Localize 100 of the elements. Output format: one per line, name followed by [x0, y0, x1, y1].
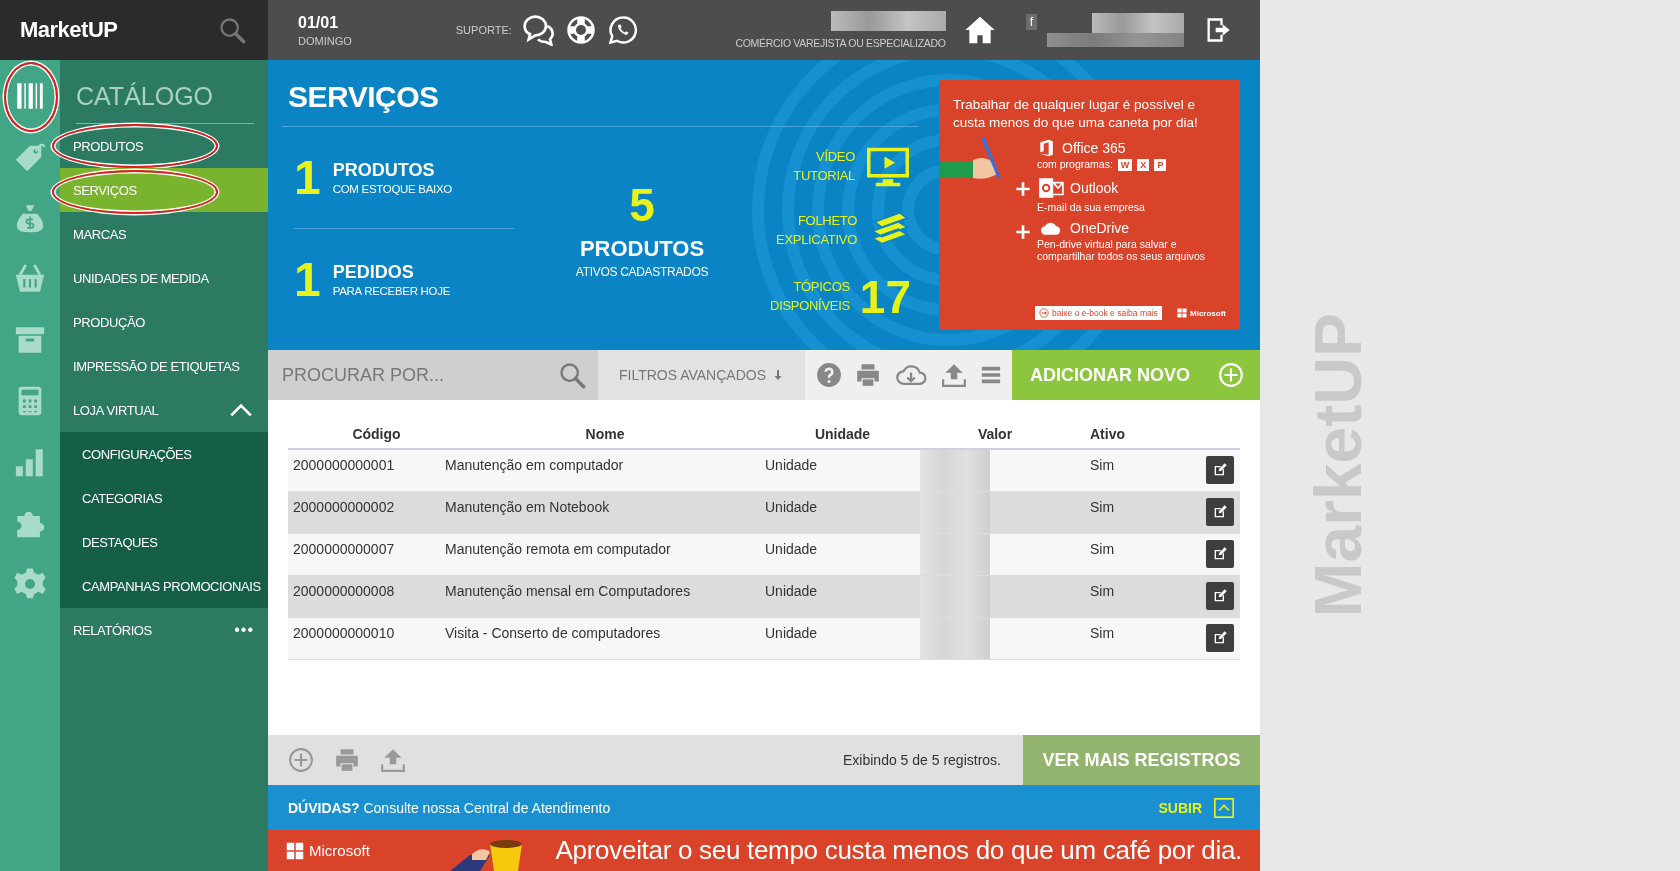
topics-count[interactable]: 17 — [859, 273, 911, 320]
stat-title: PEDIDOS — [332, 262, 415, 283]
column-header[interactable]: Código — [288, 422, 445, 448]
blurred-value — [920, 534, 990, 575]
ad-banner[interactable]: Microsoft Aproveitar o seu tempo custa menos do que um café por dia. — [268, 830, 1260, 871]
plus-icon — [1015, 223, 1031, 240]
business-type: COMÉRCIO VAREJISTA OU ESPECIALIZADO — [735, 37, 946, 49]
table-cell-text: Unidade — [765, 498, 819, 515]
search-bar[interactable]: PROCURAR POR... — [268, 350, 598, 400]
table-cell-text: 2000000000010 — [292, 624, 396, 641]
column-header[interactable]: Valor — [920, 422, 1040, 448]
edit-icon — [1212, 630, 1228, 646]
table-cell-text: Unidade — [765, 582, 819, 599]
upload-icon[interactable] — [380, 747, 406, 773]
monitor-icon[interactable] — [865, 145, 911, 188]
edit-button[interactable] — [1206, 456, 1234, 484]
brand-name: Microsoft — [1190, 308, 1226, 318]
home-icon[interactable] — [963, 14, 996, 46]
link-label[interactable]: FOLHETO EXPLICATIVO — [776, 211, 857, 250]
edit-button[interactable] — [1206, 540, 1234, 568]
printer-icon[interactable] — [334, 747, 360, 773]
menu-item[interactable]: MARCAS — [60, 212, 268, 256]
whatsapp-icon[interactable] — [607, 15, 638, 45]
column-header[interactable]: Unidade — [765, 422, 920, 448]
edit-icon — [1212, 588, 1228, 604]
menu-item[interactable]: PRODUÇÃO — [60, 300, 268, 344]
add-icon[interactable] — [288, 747, 314, 773]
scroll-top-button[interactable]: SUBIR — [1152, 796, 1240, 819]
blurred-value — [920, 576, 990, 617]
app-icon: P — [1154, 158, 1167, 171]
lifebuoy-icon[interactable] — [565, 15, 596, 45]
advertisement-card[interactable] — [939, 80, 1240, 330]
table-cell-text: Sim — [1089, 456, 1116, 473]
blurred-value — [920, 450, 990, 491]
chevron-icon — [1214, 797, 1234, 818]
facebook-link[interactable]: f — [1025, 14, 1037, 30]
edit-icon — [1212, 462, 1228, 478]
blurred-value — [920, 492, 990, 533]
ad-headline: Trabalhar de qualquer lugar é possível e custa menos do que uma caneta por dia! — [953, 96, 1199, 133]
edit-icon — [1212, 504, 1228, 520]
menu-item[interactable]: RELATÓRIOS — [60, 608, 235, 652]
table-cell-text: 2000000000008 — [292, 582, 396, 599]
search-icon[interactable] — [558, 361, 586, 389]
table-cell-text: Visita - Conserto de computadores — [445, 624, 662, 641]
app-icon: X — [1137, 158, 1150, 171]
printer-icon[interactable] — [854, 362, 881, 388]
filters-button[interactable]: FILTROS AVANÇADOS — [598, 350, 805, 400]
stat-title: PRODUTOS — [332, 160, 436, 181]
menu-item[interactable]: IMPRESSÃO DE ETIQUETAS — [60, 344, 268, 388]
microsoft-logo-icon — [286, 841, 304, 860]
product-name: Office 365 — [1062, 140, 1126, 157]
microsoft-logo-icon — [1177, 308, 1187, 318]
edit-button[interactable] — [1206, 624, 1234, 652]
stat-number: 5 — [629, 178, 655, 232]
product-name: OneDrive — [1070, 219, 1130, 236]
help-icon[interactable] — [815, 362, 842, 388]
table-cell-text: Sim — [1089, 582, 1116, 599]
stat-subtitle: COM ESTOQUE BAIXO — [332, 183, 452, 195]
plus-icon — [1015, 181, 1031, 198]
chat-icon[interactable] — [521, 14, 554, 46]
blurred-value — [920, 618, 990, 659]
brand-name: Microsoft — [309, 842, 370, 859]
edit-button[interactable] — [1206, 582, 1234, 610]
page-title: SERVIÇOS — [282, 80, 919, 127]
arrow-down-icon — [772, 368, 784, 382]
product-description: Pen-drive virtual para salvar e compartilhar todos os seus arquivos — [1037, 237, 1207, 263]
menu-item[interactable]: UNIDADES DE MEDIDA — [60, 256, 268, 300]
stat-subtitle: PARA RECEBER HOJE — [332, 285, 451, 297]
help-text: DÚVIDAS? Consulte nossa Central de Atendimento — [288, 799, 611, 816]
menu-item[interactable]: LOJA VIRTUAL — [60, 388, 228, 432]
upload-icon[interactable] — [940, 362, 967, 388]
table-cell-text: Manutenção em Notebook — [445, 498, 611, 515]
date-text: 01/01 — [298, 13, 340, 32]
column-header[interactable]: Nome — [445, 422, 765, 448]
weekday-text: DOMINGO — [298, 34, 352, 47]
table-cell-text: Sim — [1089, 540, 1116, 557]
edit-icon — [1212, 546, 1228, 562]
stat-title: PRODUTOS — [579, 236, 705, 262]
link-label[interactable]: VÍDEO TUTORIAL — [793, 147, 855, 186]
section-title: CATÁLOGO — [76, 82, 254, 124]
search-icon[interactable] — [218, 16, 246, 44]
ebook-button[interactable]: baixe o e-book e saiba mais — [1035, 306, 1162, 320]
table-cell-text: Unidade — [765, 624, 819, 641]
settings-icon[interactable] — [13, 567, 47, 601]
banner-text: Aproveitar o seu tempo custa menos do que um café por dia. — [555, 835, 1242, 866]
edit-button[interactable] — [1206, 498, 1234, 526]
record-count: Exibindo 5 de 5 registros. — [843, 752, 1001, 768]
table-cell-text: Unidade — [765, 456, 819, 473]
link-label[interactable]: TÓPICOS DISPONÍVEIS — [770, 277, 850, 316]
table-cell-text: 2000000000001 — [292, 456, 396, 473]
product-description: com programas: — [1037, 158, 1113, 172]
table-cell-text: 2000000000007 — [292, 540, 396, 557]
more-button[interactable]: ••• — [234, 621, 254, 639]
column-header[interactable]: Ativo — [1040, 422, 1198, 448]
plus-circle-icon — [1218, 362, 1244, 388]
search-field[interactable]: PROCURAR POR... — [280, 363, 558, 387]
app-logo[interactable]: MarketUP — [20, 17, 118, 43]
table-cell-text: Sim — [1089, 624, 1116, 641]
product-name: Outlook — [1070, 180, 1119, 197]
stat-number: 1 — [294, 153, 321, 202]
